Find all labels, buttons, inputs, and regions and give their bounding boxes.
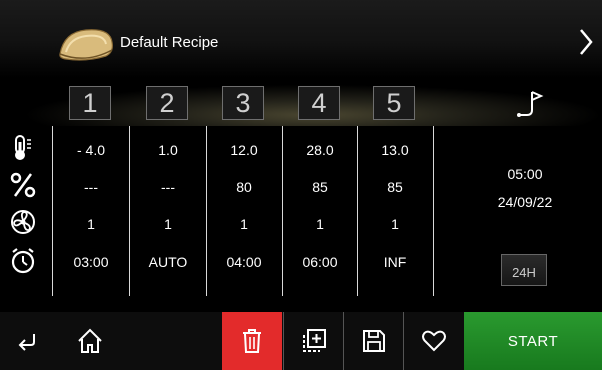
temperature-step-3[interactable]: 12.0	[206, 142, 282, 158]
bottom-toolbar: START	[0, 312, 602, 370]
mode-24h-button[interactable]: 24H	[501, 254, 547, 286]
humidity-step-3[interactable]: 80	[206, 179, 282, 195]
step-5-button[interactable]: 5	[373, 86, 415, 120]
humidity-step-4[interactable]: 85	[282, 179, 358, 195]
program-grid: - 4.0 1.0 12.0 28.0 13.0 --- --- 80 85 8…	[0, 126, 602, 306]
temperature-step-2[interactable]: 1.0	[130, 142, 206, 158]
recipe-name[interactable]: Default Recipe	[120, 34, 218, 51]
fan-step-1[interactable]: 1	[53, 216, 129, 232]
time-step-3[interactable]: 04:00	[206, 254, 282, 270]
start-button-label: START	[507, 332, 559, 350]
step-1-button[interactable]: 1	[69, 86, 111, 120]
time-step-1[interactable]: 03:00	[53, 254, 129, 270]
recipe-bread-icon[interactable]	[56, 24, 116, 62]
delete-button[interactable]	[222, 312, 282, 370]
fan-icon	[11, 210, 35, 234]
home-icon	[78, 328, 102, 353]
home-button[interactable]	[66, 312, 114, 370]
column-divider	[433, 126, 434, 296]
favorite-button[interactable]	[403, 312, 464, 370]
thermometer-icon	[15, 135, 31, 160]
save-button[interactable]	[343, 312, 404, 370]
copy-add-icon	[303, 329, 326, 352]
start-date[interactable]: 24/09/22	[470, 194, 580, 210]
fan-step-2[interactable]: 1	[130, 216, 206, 232]
step-2-button[interactable]: 2	[146, 86, 188, 120]
temperature-step-1[interactable]: - 4.0	[53, 142, 129, 158]
humidity-step-5[interactable]: 85	[357, 179, 433, 195]
flag-icon	[517, 91, 544, 117]
step-4-button[interactable]: 4	[298, 86, 340, 120]
timer-icon	[11, 248, 35, 274]
save-icon	[363, 330, 385, 352]
start-button[interactable]: START	[464, 312, 602, 370]
time-step-2[interactable]: AUTO	[130, 254, 206, 270]
time-step-5[interactable]: INF	[357, 254, 433, 270]
temperature-step-4[interactable]: 28.0	[282, 142, 358, 158]
next-arrow-icon[interactable]	[576, 26, 596, 58]
proofer-screen: Default Recipe 1 2 3 4 5 - 4.0 1.0 12.0 …	[0, 0, 602, 370]
temperature-step-5[interactable]: 13.0	[357, 142, 433, 158]
fan-step-5[interactable]: 1	[357, 216, 433, 232]
heart-icon	[422, 330, 446, 352]
copy-step-button[interactable]	[283, 312, 344, 370]
header-bar: Default Recipe	[0, 0, 602, 78]
start-time[interactable]: 05:00	[470, 166, 580, 182]
back-icon	[18, 334, 35, 351]
fan-step-4[interactable]: 1	[282, 216, 358, 232]
step-3-button[interactable]: 3	[222, 86, 264, 120]
back-button[interactable]	[6, 312, 50, 370]
fan-step-3[interactable]: 1	[206, 216, 282, 232]
humidity-step-1[interactable]: ---	[53, 179, 129, 195]
percent-icon	[10, 172, 36, 198]
steps-row: 1 2 3 4 5	[0, 82, 602, 126]
humidity-step-2[interactable]: ---	[130, 179, 206, 195]
trash-icon	[243, 329, 261, 353]
time-step-4[interactable]: 06:00	[282, 254, 358, 270]
